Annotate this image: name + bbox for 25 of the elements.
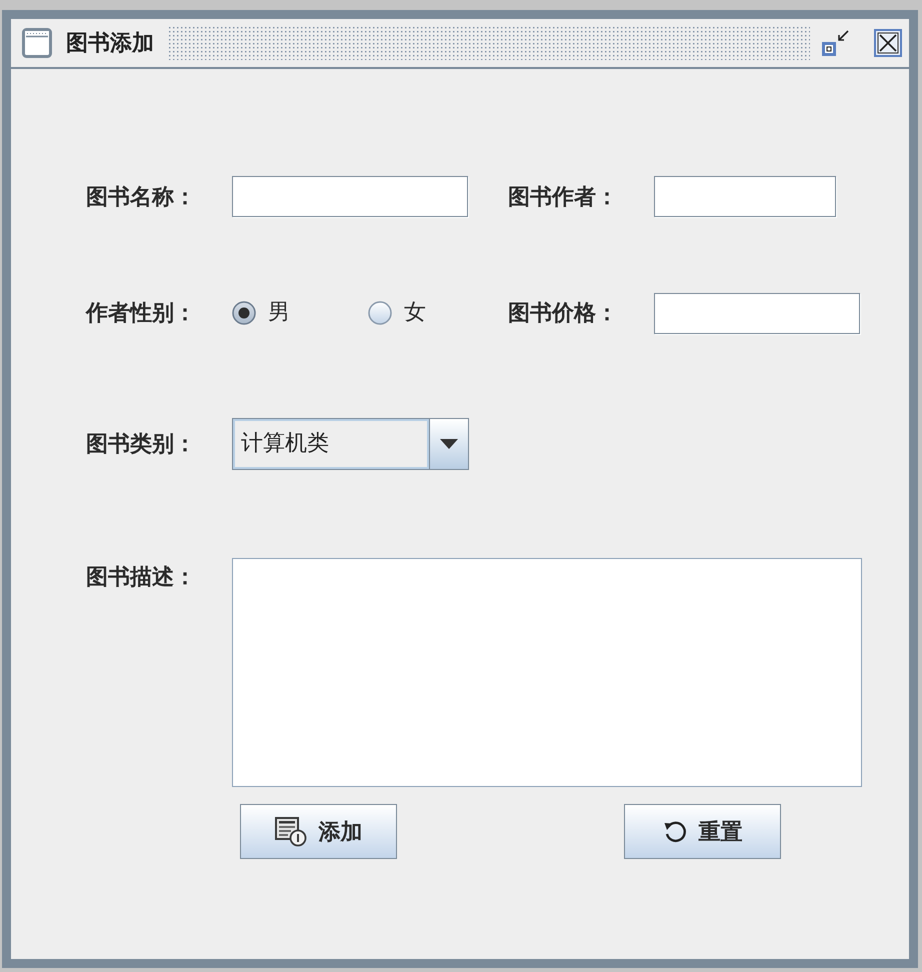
- window-icon: [22, 28, 52, 58]
- document-add-icon: [274, 816, 306, 846]
- radio-icon[interactable]: [232, 301, 256, 325]
- text-field[interactable]: [654, 176, 836, 217]
- reset-button[interactable]: 重置: [624, 804, 781, 859]
- close-icon[interactable]: [874, 29, 902, 57]
- text-field[interactable]: [232, 176, 468, 217]
- field-label: 图书类别：: [86, 432, 197, 456]
- radio-option[interactable]: 女: [368, 301, 508, 325]
- field-label: 图书作者：: [508, 184, 619, 208]
- field-label: 图书名称：: [86, 184, 197, 208]
- radio-icon[interactable]: [368, 301, 392, 325]
- window-title: 图书添加: [66, 30, 154, 56]
- add-button[interactable]: 添加: [240, 804, 397, 859]
- dropdown-value: 计算机类: [241, 431, 329, 457]
- category-dropdown[interactable]: 计算机类: [232, 418, 469, 470]
- dropdown-button[interactable]: [429, 419, 468, 469]
- radio-option[interactable]: 男: [232, 301, 368, 325]
- field-label: 作者性别：: [86, 301, 197, 325]
- text-field[interactable]: [654, 292, 860, 334]
- restore-icon[interactable]: [822, 29, 850, 57]
- rotate-arrow-icon: [662, 820, 686, 844]
- caret-icon: [440, 439, 458, 449]
- field-label: 图书描述：: [86, 565, 197, 589]
- field-label: 图书价格：: [508, 301, 619, 325]
